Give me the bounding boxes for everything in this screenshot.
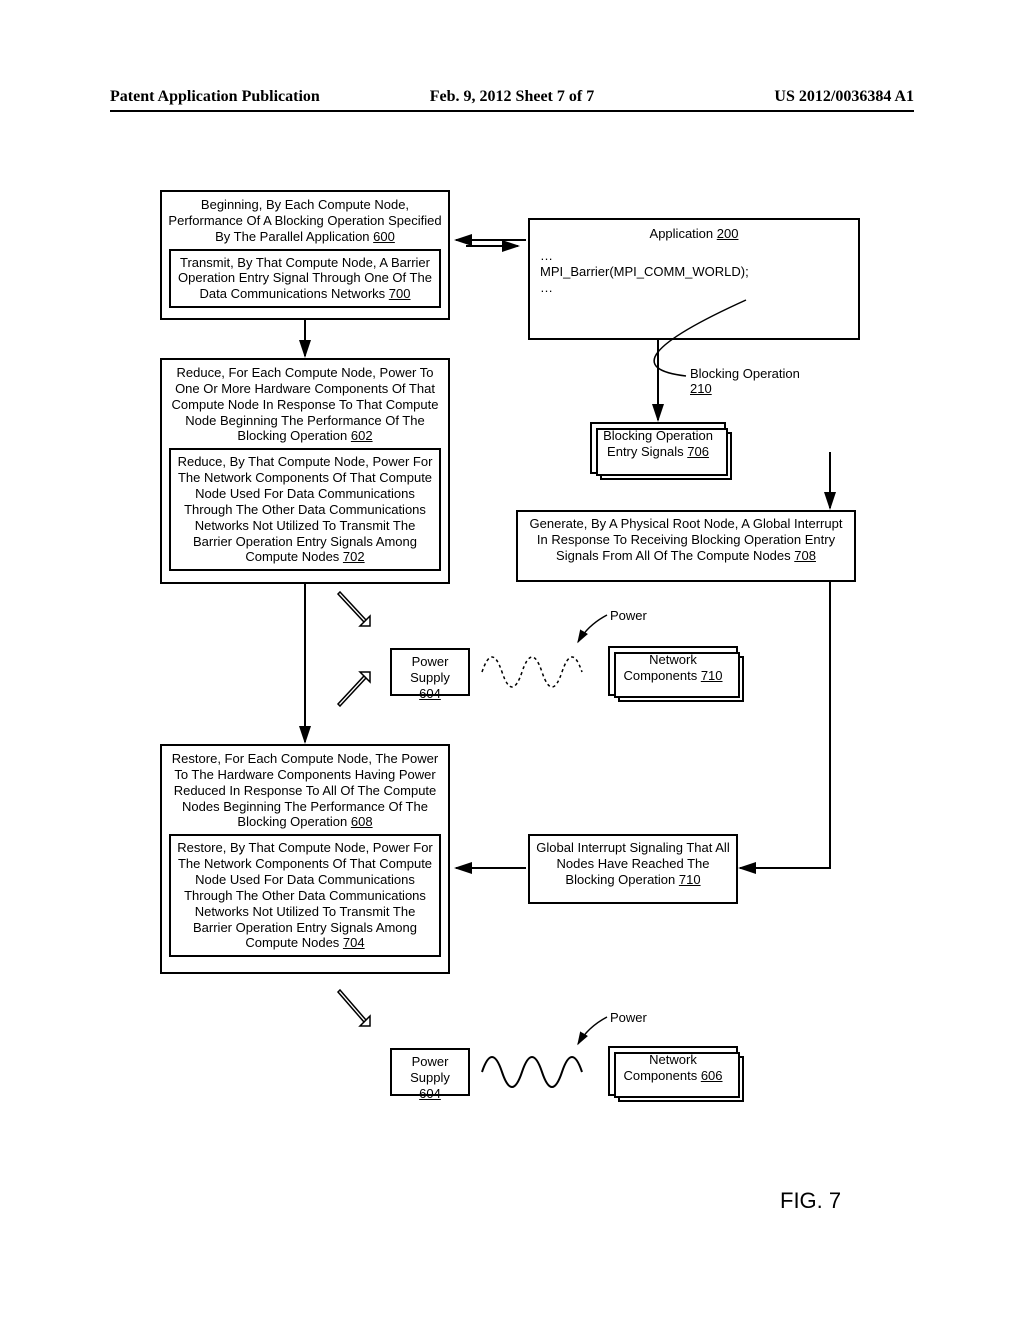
- ref-602: 602: [351, 428, 373, 443]
- ref-702: 702: [343, 549, 365, 564]
- box-global-interrupt-710: Global Interrupt Signaling That All Node…: [528, 834, 738, 904]
- label-power-a: Power: [610, 608, 647, 623]
- box-entry-signals-706: Blocking Operation Entry Signals 706: [590, 422, 726, 474]
- ref-704: 704: [343, 935, 365, 950]
- app-line1: …: [540, 248, 848, 264]
- waveform-b-icon: [478, 1048, 598, 1096]
- app-ref: 200: [717, 226, 739, 241]
- box-network-components-710: Network Components 710: [608, 646, 738, 696]
- box-608: Restore, For Each Compute Node, The Powe…: [160, 744, 450, 974]
- ref-708: 708: [794, 548, 816, 563]
- text-704: Restore, By That Compute Node, Power For…: [177, 840, 433, 950]
- box-application-200: Application 200 … MPI_Barrier(MPI_COMM_W…: [528, 218, 860, 340]
- ref-700: 700: [389, 286, 411, 301]
- box-708: Generate, By A Physical Root Node, A Glo…: [516, 510, 856, 582]
- box-network-components-606: Network Components 606: [608, 1046, 738, 1096]
- text-608: Restore, For Each Compute Node, The Powe…: [172, 751, 438, 829]
- header-rule: [110, 110, 914, 112]
- box-600: Beginning, By Each Compute Node, Perform…: [160, 190, 450, 320]
- connectors: [130, 190, 898, 1190]
- figure-label: FIG. 7: [780, 1188, 841, 1214]
- app-line3: …: [540, 280, 848, 296]
- ref-entry-signals: 706: [687, 444, 709, 459]
- text-global-int: Global Interrupt Signaling That All Node…: [536, 840, 729, 887]
- text-600: Beginning, By Each Compute Node, Perform…: [168, 197, 441, 244]
- label-power-b: Power: [610, 1010, 647, 1025]
- header-left: Patent Application Publication: [110, 88, 378, 106]
- text-702: Reduce, By That Compute Node, Power For …: [178, 454, 433, 564]
- header-right: US 2012/0036384 A1: [646, 88, 914, 106]
- ref-608: 608: [351, 814, 373, 829]
- app-line2: MPI_Barrier(MPI_COMM_WORLD);: [540, 264, 848, 280]
- label-blocking-operation: Blocking Operation 210: [690, 366, 800, 396]
- text-602: Reduce, For Each Compute Node, Power To …: [172, 365, 439, 443]
- ref-global-int: 710: [679, 872, 701, 887]
- figure-area: Beginning, By Each Compute Node, Perform…: [130, 190, 898, 1190]
- box-power-supply-a: Power Supply 604: [390, 648, 470, 696]
- ref-600: 600: [373, 229, 395, 244]
- waveform-a-icon: [478, 648, 598, 696]
- header-center: Feb. 9, 2012 Sheet 7 of 7: [378, 88, 646, 106]
- box-602: Reduce, For Each Compute Node, Power To …: [160, 358, 450, 584]
- box-power-supply-b: Power Supply 604: [390, 1048, 470, 1096]
- app-title: Application: [650, 226, 717, 241]
